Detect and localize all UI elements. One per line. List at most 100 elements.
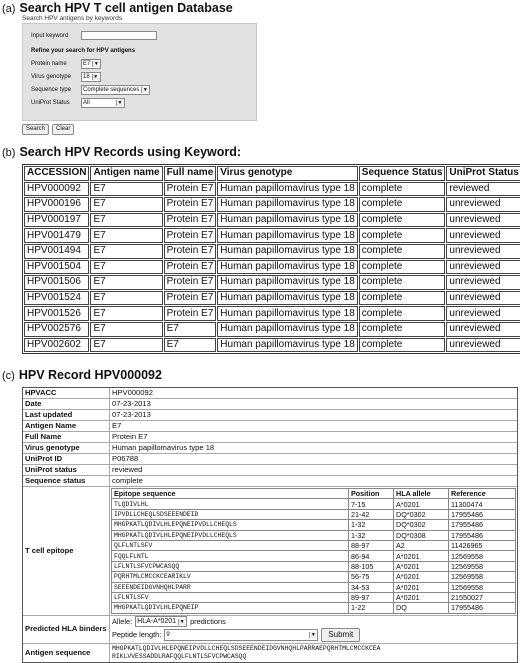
- record-row[interactable]: HPV001494 E7 Protein E7 Human papillomaviru…: [24, 243, 520, 259]
- keyword-input[interactable]: [81, 31, 157, 40]
- cell-accession[interactable]: HPV002602: [24, 337, 90, 353]
- cell-reference[interactable]: 17955486: [448, 529, 516, 541]
- cell-reference[interactable]: 12569558: [448, 550, 516, 562]
- chevron-down-icon: ▼: [178, 618, 186, 625]
- record-row[interactable]: HPV002576 E7 E7 Human papillomavirus type 1…: [24, 321, 520, 337]
- sequence-type-select[interactable]: Complete sequences ▼: [81, 85, 151, 95]
- field-key: Antigen Name: [23, 421, 110, 431]
- cell-sequence-status: complete: [358, 212, 446, 228]
- cell-reference[interactable]: 11300474: [448, 498, 516, 510]
- cell-hla-allele: A*0201: [393, 571, 449, 583]
- peptide-length-select[interactable]: 9 ▼: [164, 628, 319, 641]
- protein-name-select[interactable]: E7 ▼: [81, 59, 102, 69]
- cell-accession[interactable]: HPV001524: [24, 290, 90, 306]
- epitope-row-item: QLFLNTLSFV 88-97 A2 11426965: [111, 539, 516, 552]
- cell-hla-allele: DQ: [393, 602, 449, 614]
- chevron-down-icon: ▼: [91, 74, 99, 80]
- filter-uniprot-label: UniProt Status: [31, 100, 70, 106]
- uniprot-status-select[interactable]: All ▼: [81, 98, 125, 108]
- cell-accession[interactable]: HPV000092: [24, 181, 90, 197]
- cell-accession[interactable]: HPV000196: [24, 197, 90, 212]
- cell-full-name: Protein E7: [163, 290, 217, 306]
- cell-reference[interactable]: 17955486: [448, 602, 516, 614]
- cell-antigen-name: E7: [90, 197, 163, 212]
- record-row[interactable]: HPV001526 E7 Protein E7 Human papillomaviru…: [24, 306, 520, 321]
- peptide-length-value: 9: [166, 631, 170, 638]
- field-row: Date 07-23-2013: [23, 399, 517, 410]
- cell-accession[interactable]: HPV001504: [24, 259, 90, 275]
- record-row[interactable]: HPV000092 E7 Protein E7 Human papillomaviru…: [24, 181, 520, 197]
- record-row[interactable]: HPV001524 E7 Protein E7 Human papillomaviru…: [24, 290, 520, 306]
- chevron-down-icon: ▼: [141, 87, 149, 93]
- sequence-row: Antigen sequence MHGPKATLQDIVLHLEPQNEIPV…: [23, 643, 517, 662]
- chevron-down-icon: ▼: [309, 631, 317, 638]
- col-antigen-name: Antigen name: [90, 166, 163, 181]
- submit-button[interactable]: Submit: [321, 627, 361, 642]
- cell-virus-genotype: Human papillomavirus type 18: [217, 337, 358, 353]
- cell-reference[interactable]: 12569558: [448, 560, 516, 573]
- cell-full-name: Protein E7: [163, 212, 217, 228]
- cell-antigen-name: E7: [90, 228, 163, 243]
- field-value: 07-23-2013: [112, 399, 151, 408]
- field-key: UniProt status: [23, 465, 110, 475]
- sequence-label: Antigen sequence: [23, 643, 110, 662]
- epitope-row-item: IPVDLLCHEQLSDSEEENDEID 21-42 DQ*0302 179554…: [111, 508, 516, 521]
- col-full-name: Full name: [163, 166, 217, 181]
- record-row[interactable]: HPV001504 E7 Protein E7 Human papillomaviru…: [24, 259, 520, 275]
- record-row[interactable]: HPV000196 E7 Protein E7 Human papillomaviru…: [24, 197, 520, 212]
- record-row[interactable]: HPV001479 E7 Protein E7 Human papillomaviru…: [24, 228, 520, 243]
- cell-accession[interactable]: HPV001506: [24, 275, 90, 290]
- cell-reference[interactable]: 12569558: [448, 581, 516, 593]
- clear-button[interactable]: Clear: [52, 124, 75, 135]
- search-button[interactable]: Search: [22, 124, 50, 135]
- record-row[interactable]: HPV001506 E7 Protein E7 Human papillomaviru…: [24, 275, 520, 290]
- cell-reference[interactable]: 21550027: [448, 591, 516, 604]
- col-sequence-status: Sequence Status: [358, 166, 446, 181]
- filter-protein-label: Protein name: [31, 61, 67, 67]
- cell-hla-allele: DQ*0302: [393, 519, 449, 531]
- peptide-row: Peptide length: 9 ▼ Submit: [112, 627, 515, 642]
- cell-full-name: Protein E7: [163, 259, 217, 275]
- sequence-cell: MHGPKATLQDIVLHLEPQNEIPVDLLCHEQLSDSEEENDE…: [110, 644, 517, 662]
- cell-epitope-sequence: IPVDLLCHEQLSDSEEENDEID: [111, 508, 349, 521]
- cell-antigen-name: E7: [90, 212, 163, 228]
- filter-protein-row: Protein name E7 ▼: [31, 59, 102, 69]
- cell-uniprot-status: reviewed: [446, 181, 520, 197]
- cell-reference[interactable]: 11426965: [448, 539, 516, 552]
- cell-sequence-status: complete: [358, 228, 446, 243]
- col-accession: ACCESSION: [24, 166, 90, 181]
- cell-epitope-sequence: PQRHTMLCMCCKCEARIKLV: [111, 571, 349, 583]
- cell-epitope-sequence: SEEENDEIDGVNHQHLPARR: [111, 581, 349, 593]
- field-value: Protein E7: [112, 432, 148, 441]
- cell-reference[interactable]: 17955486: [448, 508, 516, 521]
- record-row[interactable]: HPV002602 E7 E7 Human papillomavirus type 1…: [24, 337, 520, 353]
- cell-accession[interactable]: HPV001479: [24, 228, 90, 243]
- cell-accession[interactable]: HPV001526: [24, 306, 90, 321]
- cell-position: 7-15: [348, 498, 394, 510]
- cell-position: 86-94: [348, 550, 394, 562]
- cell-uniprot-status: unreviewed: [446, 212, 520, 228]
- cell-position: 56-75: [348, 571, 394, 583]
- cell-position: 21-42: [348, 508, 394, 521]
- cell-uniprot-status: unreviewed: [446, 306, 520, 321]
- cell-virus-genotype: Human papillomavirus type 18: [217, 197, 358, 212]
- cell-sequence-status: complete: [358, 337, 446, 353]
- field-row: Last updated 07-23-2013: [23, 410, 517, 421]
- cell-uniprot-status: unreviewed: [446, 321, 520, 337]
- cell-accession[interactable]: HPV002576: [24, 321, 90, 337]
- epitope-row-item: LFLNTLSFVCPWCASQQ 88-105 A*0201 12569558: [111, 560, 516, 573]
- genotype-select[interactable]: 18 ▼: [81, 72, 101, 82]
- cell-antigen-name: E7: [90, 181, 163, 197]
- cell-reference[interactable]: 12569558: [448, 571, 516, 583]
- cell-full-name: Protein E7: [163, 181, 217, 197]
- filter-seqtype-label: Sequence type: [31, 87, 72, 93]
- cell-accession[interactable]: HPV001494: [24, 243, 90, 259]
- cell-full-name: E7: [163, 321, 217, 337]
- allele-select[interactable]: HLA-A*0201 ▼: [135, 616, 188, 628]
- col-uniprot-status: UniProt Status: [446, 166, 520, 181]
- cell-reference[interactable]: 17955486: [448, 519, 516, 531]
- cell-full-name: Protein E7: [163, 243, 217, 259]
- cell-hla-allele: DQ*0302: [393, 508, 449, 521]
- cell-accession[interactable]: HPV000197: [24, 212, 90, 228]
- record-row[interactable]: HPV000197 E7 Protein E7 Human papillomaviru…: [24, 212, 520, 228]
